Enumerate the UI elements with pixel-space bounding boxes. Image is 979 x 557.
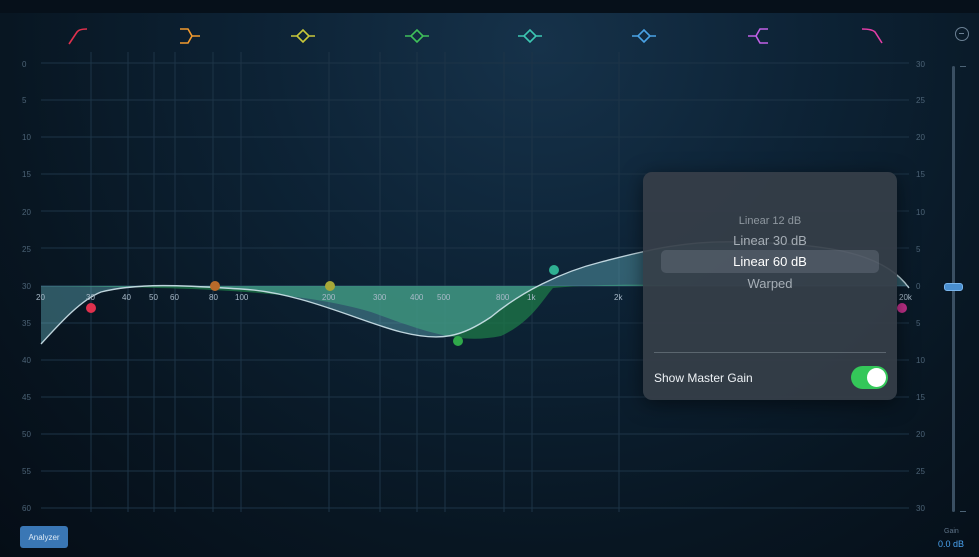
frequency-label: 60 xyxy=(170,293,179,302)
analyzer-scale-label: 45 xyxy=(22,393,31,402)
gain-scale-label: 20 xyxy=(916,430,925,439)
high-pass-filter-icon[interactable] xyxy=(65,24,93,48)
channel-eq-window: 0 5 10 15 20 25 30 35 40 45 50 55 60 30 … xyxy=(0,0,979,557)
frequency-label: 500 xyxy=(437,293,451,302)
analyzer-scale-label: 55 xyxy=(22,467,31,476)
analyzer-button[interactable]: Analyzer xyxy=(20,526,68,548)
analyzer-scale-label: 25 xyxy=(22,245,31,254)
master-gain-slider-handle[interactable] xyxy=(944,283,963,291)
picker-option-linear-12db[interactable]: Linear 12 dB xyxy=(643,215,897,227)
picker-option-warped[interactable]: Warped xyxy=(643,276,897,291)
gain-scale-label: 30 xyxy=(916,60,925,69)
analyzer-mode-popover: Linear 12 dB Linear 30 dB Linear 60 dB W… xyxy=(643,172,897,400)
analyzer-scale-label: 30 xyxy=(22,282,31,291)
frequency-label: 400 xyxy=(410,293,424,302)
master-gain-title: Gain xyxy=(944,528,959,535)
bell-eq-icon[interactable] xyxy=(289,24,317,48)
frequency-label: 300 xyxy=(373,293,387,302)
band-handle xyxy=(549,265,559,275)
gain-scale-label: 5 xyxy=(916,319,921,328)
frequency-label: 2k xyxy=(614,293,623,302)
picker-option-linear-30db[interactable]: Linear 30 dB xyxy=(643,233,897,248)
gain-scale-label: 20 xyxy=(916,133,925,142)
show-master-gain-toggle[interactable] xyxy=(851,366,888,389)
low-shelf-icon[interactable] xyxy=(176,24,204,48)
band-handle xyxy=(325,281,335,291)
frequency-label: 50 xyxy=(149,293,158,302)
gain-scale-label: 10 xyxy=(916,356,925,365)
analyzer-scale-label: 10 xyxy=(22,133,31,142)
analyzer-scale-label: 0 xyxy=(22,60,27,69)
frequency-label: 1k xyxy=(527,293,536,302)
band-handle xyxy=(897,303,907,313)
show-master-gain-label: Show Master Gain xyxy=(654,371,753,385)
bell-eq-icon[interactable] xyxy=(630,24,658,48)
frequency-label: 30 xyxy=(86,293,95,302)
gain-scale-label: 15 xyxy=(916,393,925,402)
gain-scale-label: 10 xyxy=(916,208,925,217)
frequency-label: 800 xyxy=(496,293,510,302)
gain-scale-label: 5 xyxy=(916,245,921,254)
frequency-label: 40 xyxy=(122,293,131,302)
frequency-label: 100 xyxy=(235,293,249,302)
analyzer-scale-label: 5 xyxy=(22,96,27,105)
bell-eq-icon[interactable] xyxy=(516,24,544,48)
top-band-bar xyxy=(0,0,979,13)
analyzer-scale-label: 40 xyxy=(22,356,31,365)
frequency-label: 200 xyxy=(322,293,336,302)
analyzer-scale-label: 50 xyxy=(22,430,31,439)
analyzer-scale-label: 20 xyxy=(22,208,31,217)
gain-scale-label: 25 xyxy=(916,96,925,105)
gain-scale-label: 0 xyxy=(916,282,921,291)
popover-divider xyxy=(654,352,886,353)
low-pass-filter-icon[interactable] xyxy=(858,24,886,48)
band-handle xyxy=(86,303,96,313)
analyzer-scale-label: 15 xyxy=(22,170,31,179)
frequency-label: 20k xyxy=(899,293,912,302)
gain-scale-label: 30 xyxy=(916,504,925,513)
slider-tick xyxy=(960,511,966,512)
analyzer-scale-label: 35 xyxy=(22,319,31,328)
band-handle xyxy=(210,281,220,291)
band-handle xyxy=(453,336,463,346)
master-gain-value: 0.0 dB xyxy=(938,539,965,549)
picker-option-linear-60db[interactable]: Linear 60 dB xyxy=(643,254,897,269)
toggle-knob xyxy=(867,368,886,387)
slider-tick xyxy=(960,66,966,67)
analyzer-scale-label: 60 xyxy=(22,504,31,513)
gain-scale-label: 25 xyxy=(916,467,925,476)
bell-eq-icon[interactable] xyxy=(403,24,431,48)
gain-scale-label: 15 xyxy=(916,170,925,179)
options-menu-icon[interactable] xyxy=(955,27,969,41)
frequency-label: 20 xyxy=(36,293,45,302)
frequency-label: 80 xyxy=(209,293,218,302)
high-shelf-icon[interactable] xyxy=(744,24,772,48)
